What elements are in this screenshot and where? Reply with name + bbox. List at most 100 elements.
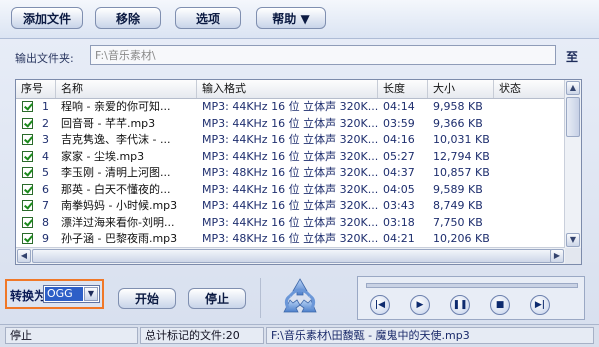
row-checkbox[interactable] <box>22 117 33 129</box>
row-checkbox[interactable] <box>22 134 33 145</box>
row-size: 9,958 KB <box>433 100 483 113</box>
scroll-down-icon[interactable]: ▼ <box>566 233 580 247</box>
recycle-icon <box>283 278 317 313</box>
table-row[interactable]: 5 李玉刚 - 清明上河图... MP3: 48KHz 16 位 立体声 320… <box>16 165 565 182</box>
row-status <box>494 231 565 247</box>
output-folder-browse-button[interactable]: 至 <box>566 48 578 65</box>
column-header-status[interactable]: 状态 <box>494 80 565 98</box>
row-status <box>494 99 565 115</box>
scroll-up-icon[interactable]: ▲ <box>566 81 580 95</box>
start-button[interactable]: 开始 <box>118 288 176 309</box>
vertical-scroll-thumb[interactable] <box>566 97 580 137</box>
row-name: 李玉刚 - 清明上河图... <box>61 166 171 179</box>
scroll-right-icon[interactable]: ▶ <box>550 249 564 263</box>
row-name: 孙子涵 - 巴黎夜雨.mp3 <box>61 232 178 245</box>
row-checkbox[interactable] <box>22 200 33 211</box>
next-track-icon[interactable]: ▶| <box>530 295 550 315</box>
column-header-length[interactable]: 长度 <box>378 80 428 98</box>
remove-button[interactable]: 移除 <box>95 7 161 29</box>
row-status <box>494 165 565 181</box>
output-folder-label: 输出文件夹: <box>15 52 74 65</box>
row-format: MP3: 44KHz 16 位 立体声 320K... <box>202 100 378 113</box>
row-length: 04:16 <box>383 133 415 146</box>
row-length: 04:05 <box>383 182 415 196</box>
horizontal-scrollbar[interactable]: ◀ ▶ <box>16 247 565 264</box>
column-header-number[interactable]: 序号 <box>16 80 56 98</box>
vertical-scrollbar[interactable]: ▲ ▼ <box>564 80 581 248</box>
output-folder-field[interactable] <box>90 45 556 65</box>
row-size: 7,750 KB <box>433 215 483 229</box>
playback-panel: |◀ ▶ ❚❚ ■ ▶| <box>357 276 585 320</box>
row-format: MP3: 44KHz 16 位 立体声 320K... <box>202 116 378 130</box>
table-row[interactable]: 4 家家 - 尘埃.mp3 MP3: 44KHz 16 位 立体声 320K..… <box>16 149 565 166</box>
row-checkbox[interactable] <box>22 167 33 178</box>
row-size: 12,794 KB <box>433 149 490 163</box>
row-number: 9 <box>42 232 49 245</box>
divider <box>260 278 261 318</box>
row-length: 03:43 <box>383 199 415 212</box>
options-button[interactable]: 选项 <box>175 7 241 29</box>
row-checkbox[interactable] <box>22 101 33 112</box>
toolbar: 添加文件 移除 选项 帮助 ▼ <box>0 0 599 39</box>
status-current-file: F:\音乐素材\田馥甄 - 魔鬼中的天使.mp3 <box>266 327 594 344</box>
table-row[interactable]: 6 那英 - 白天不懂夜的... MP3: 44KHz 16 位 立体声 320… <box>16 182 565 199</box>
table-row[interactable]: 1 程响 - 亲爱的你可知... MP3: 44KHz 16 位 立体声 320… <box>16 99 565 116</box>
row-name: 吉克隽逸、李代沫 - ... <box>61 133 171 146</box>
table-row[interactable]: 2 回音哥 - 芊芊.mp3 MP3: 44KHz 16 位 立体声 320K.… <box>16 116 565 133</box>
row-status <box>494 215 565 231</box>
table-row[interactable]: 8 漂洋过海来看你-刘明... MP3: 44KHz 16 位 立体声 320K… <box>16 215 565 232</box>
add-file-button[interactable]: 添加文件 <box>11 7 83 29</box>
row-format: MP3: 44KHz 16 位 立体声 320K... <box>202 182 378 196</box>
table-row[interactable]: 3 吉克隽逸、李代沫 - ... MP3: 44KHz 16 位 立体声 320… <box>16 132 565 149</box>
row-length: 04:21 <box>383 232 415 245</box>
row-length: 03:59 <box>383 116 415 130</box>
row-name: 那英 - 白天不懂夜的... <box>61 182 171 196</box>
row-format: MP3: 44KHz 16 位 立体声 320K... <box>202 215 378 229</box>
row-checkbox[interactable] <box>22 150 33 162</box>
row-size: 10,206 KB <box>433 232 490 245</box>
play-icon[interactable]: ▶ <box>410 295 430 315</box>
previous-track-icon[interactable]: |◀ <box>370 295 390 315</box>
row-format: MP3: 44KHz 16 位 立体声 320K... <box>202 199 378 212</box>
convert-format-box: 转换为 OGG ▼ <box>5 279 104 309</box>
row-number: 1 <box>42 100 49 113</box>
stop-button[interactable]: 停止 <box>188 288 246 309</box>
table-row[interactable]: 7 南拳妈妈 - 小时候.mp3 MP3: 44KHz 16 位 立体声 320… <box>16 198 565 215</box>
row-name: 回音哥 - 芊芊.mp3 <box>61 116 156 130</box>
output-folder-row: 输出文件夹: 至 <box>0 44 599 68</box>
row-length: 05:27 <box>383 149 415 163</box>
playback-progress-bar[interactable] <box>366 283 578 288</box>
output-format-select[interactable]: OGG ▼ <box>43 285 100 303</box>
column-header-size[interactable]: 大小 <box>428 80 494 98</box>
row-length: 03:18 <box>383 215 415 229</box>
scroll-left-icon[interactable]: ◀ <box>17 249 31 263</box>
row-name: 南拳妈妈 - 小时候.mp3 <box>61 199 178 212</box>
row-number: 5 <box>42 166 49 179</box>
row-format: MP3: 44KHz 16 位 立体声 320K... <box>202 149 378 163</box>
chevron-down-icon[interactable]: ▼ <box>84 287 98 301</box>
row-number: 8 <box>42 215 49 229</box>
row-status <box>494 116 565 132</box>
scrollbar-corner <box>565 248 581 264</box>
row-checkbox[interactable] <box>22 216 33 228</box>
column-header-name[interactable]: 名称 <box>56 80 197 98</box>
app-window: 添加文件 移除 选项 帮助 ▼ 输出文件夹: 至 序号 名称 输入格式 长度 大… <box>0 0 599 347</box>
row-checkbox[interactable] <box>22 233 33 244</box>
row-number: 7 <box>42 199 49 212</box>
stop-playback-icon[interactable]: ■ <box>490 295 510 315</box>
file-list-rows: 1 程响 - 亲爱的你可知... MP3: 44KHz 16 位 立体声 320… <box>16 99 565 248</box>
row-name: 家家 - 尘埃.mp3 <box>61 149 145 163</box>
row-size: 10,031 KB <box>433 133 490 146</box>
help-menu-button[interactable]: 帮助 ▼ <box>256 7 326 29</box>
horizontal-scroll-thumb[interactable] <box>32 249 552 263</box>
pause-icon[interactable]: ❚❚ <box>450 295 470 315</box>
row-format: MP3: 44KHz 16 位 立体声 320K... <box>202 133 378 146</box>
row-format: MP3: 48KHz 16 位 立体声 320K... <box>202 166 378 179</box>
row-size: 9,366 KB <box>433 116 483 130</box>
table-row[interactable]: 9 孙子涵 - 巴黎夜雨.mp3 MP3: 48KHz 16 位 立体声 320… <box>16 231 565 248</box>
row-checkbox[interactable] <box>22 183 33 195</box>
column-header-format[interactable]: 输入格式 <box>197 80 378 98</box>
control-panel: 转换为 OGG ▼ 开始 停止 |◀ ▶ ❚❚ ■ ▶| <box>0 272 599 322</box>
convert-to-label: 转换为 <box>10 289 47 303</box>
row-status <box>494 149 565 165</box>
